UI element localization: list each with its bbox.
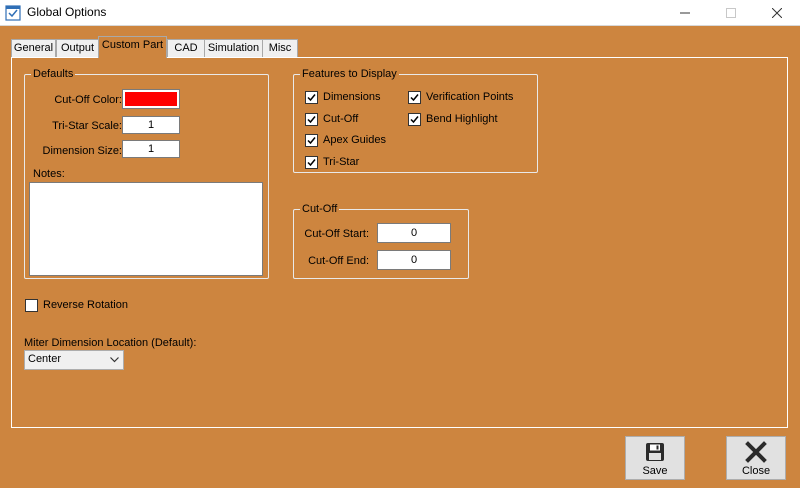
defaults-group-title: Defaults [31, 67, 76, 81]
chevron-down-icon [110, 357, 119, 363]
tab-cad[interactable]: CAD [167, 39, 205, 57]
bend-highlight-checkbox[interactable]: Bend Highlight [408, 112, 498, 126]
close-icon [772, 8, 782, 18]
dimensions-checkbox[interactable]: Dimensions [305, 90, 380, 104]
checkmark-icon [307, 158, 316, 166]
window-close-button[interactable] [754, 0, 800, 26]
checkmark-icon [410, 93, 419, 101]
tristar-label: Tri-Star [323, 156, 360, 168]
dimension-size-input[interactable]: 1 [122, 140, 180, 158]
tab-label: Output [60, 42, 95, 54]
features-group-title: Features to Display [300, 67, 399, 81]
checkbox-box [305, 133, 318, 147]
dimensions-label: Dimensions [323, 91, 381, 103]
minimize-button[interactable] [662, 0, 708, 26]
maximize-button[interactable] [708, 0, 754, 26]
minimize-icon [680, 12, 690, 14]
tab-label: Misc [268, 42, 292, 54]
tab-simulation[interactable]: Simulation [204, 39, 263, 57]
cutoff-color-swatch [125, 92, 177, 106]
save-button[interactable]: Save [625, 436, 685, 480]
cutoff-group: Cut-Off Cut-Off Start: 0 Cut-Off End: 0 [293, 202, 469, 279]
verification-points-checkbox[interactable]: Verification Points [408, 90, 513, 104]
notes-textarea[interactable] [29, 182, 263, 276]
apex-guides-label: Apex Guides [323, 134, 386, 146]
checkbox-box [25, 298, 38, 312]
miter-location-value: Center [28, 353, 62, 365]
tab-label: Simulation [207, 42, 260, 54]
reverse-rotation-checkbox[interactable]: Reverse Rotation [25, 298, 128, 312]
cutoff-start-input[interactable]: 0 [377, 223, 451, 243]
cutoff-end-label: Cut-Off End: [308, 255, 369, 267]
tab-label: Custom Part [101, 39, 164, 51]
cutoff-end-input[interactable]: 0 [377, 250, 451, 270]
cutoff-color-picker[interactable] [122, 89, 180, 109]
close-x-icon [745, 441, 767, 463]
tristar-scale-label: Tri-Star Scale: [52, 120, 122, 132]
cutoff-start-label: Cut-Off Start: [304, 228, 369, 240]
title-bar: Global Options [0, 0, 800, 26]
features-group: Features to Display Dimensions Cut-Off A… [293, 67, 538, 173]
window-title: Global Options [27, 5, 107, 19]
tab-output[interactable]: Output [56, 39, 99, 57]
checkbox-box [305, 90, 318, 104]
reverse-rotation-label: Reverse Rotation [43, 299, 128, 311]
checkbox-box [408, 112, 421, 126]
apex-guides-checkbox[interactable]: Apex Guides [305, 133, 386, 147]
tab-label: General [13, 42, 54, 54]
tab-label: CAD [174, 42, 198, 54]
checkbox-box [408, 90, 421, 104]
verification-points-label: Verification Points [426, 91, 514, 103]
maximize-icon [726, 8, 736, 18]
floppy-disk-icon [646, 443, 664, 461]
miter-location-select[interactable]: Center [24, 350, 124, 370]
cutoff-checkbox[interactable]: Cut-Off [305, 112, 358, 126]
bend-highlight-label: Bend Highlight [426, 113, 498, 125]
cutoff-label: Cut-Off [323, 113, 359, 125]
checkbox-box [305, 155, 318, 169]
tab-misc[interactable]: Misc [262, 39, 298, 57]
checkmark-icon [307, 115, 316, 123]
defaults-group: Defaults Cut-Off Color: Tri-Star Scale: … [24, 67, 269, 279]
tab-general[interactable]: General [11, 39, 56, 57]
close-button[interactable]: Close [726, 436, 786, 480]
dimension-size-label: Dimension Size: [42, 145, 122, 157]
custom-part-panel: Defaults Cut-Off Color: Tri-Star Scale: … [11, 57, 788, 428]
tristar-checkbox[interactable]: Tri-Star [305, 155, 359, 169]
checkmark-icon [307, 136, 316, 144]
checkmark-icon [307, 93, 316, 101]
cutoff-color-label: Cut-Off Color: [54, 94, 122, 106]
checkbox-box [305, 112, 318, 126]
tab-custom-part[interactable]: Custom Part [98, 36, 167, 58]
checkmark-icon [410, 115, 419, 123]
miter-location-label: Miter Dimension Location (Default): [24, 337, 197, 349]
app-options-icon [5, 5, 21, 21]
close-label: Close [741, 465, 771, 477]
save-label: Save [642, 465, 668, 477]
notes-label: Notes: [33, 168, 65, 180]
cutoff-group-title: Cut-Off [300, 202, 340, 216]
tristar-scale-input[interactable]: 1 [122, 116, 180, 134]
